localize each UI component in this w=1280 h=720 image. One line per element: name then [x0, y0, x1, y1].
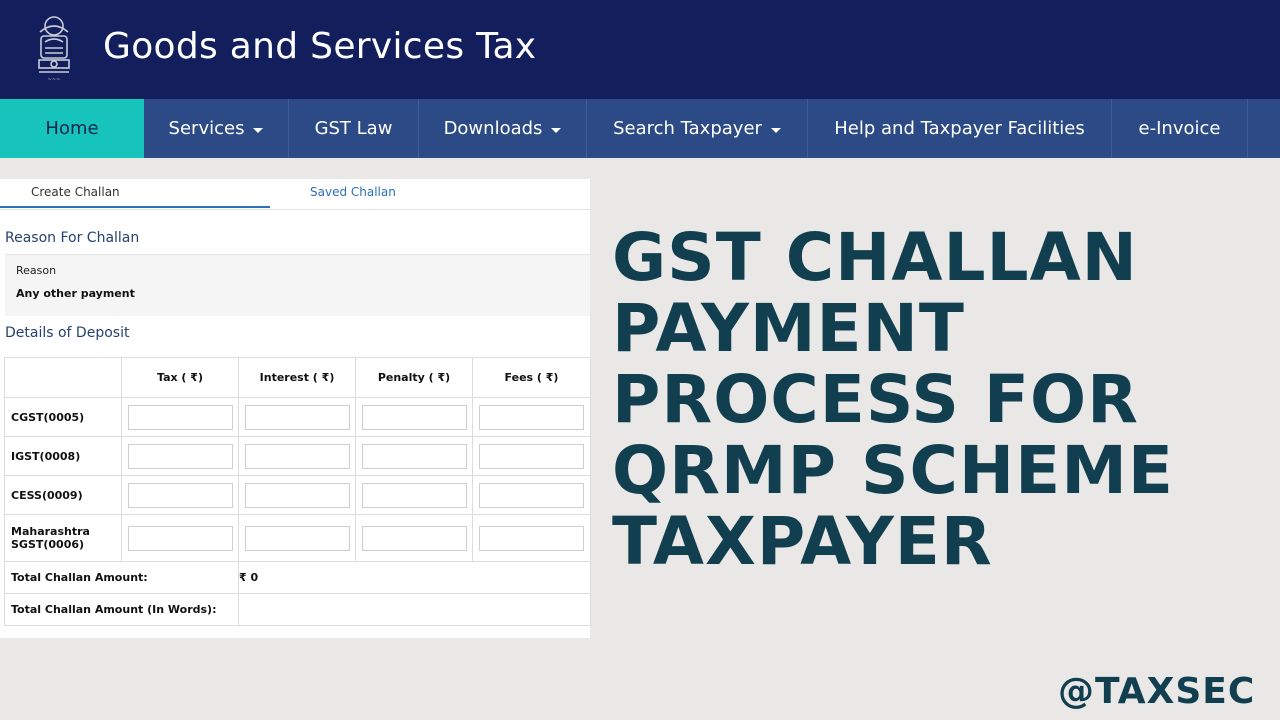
- nav-label: Search Taxpayer: [613, 118, 762, 139]
- table-cell: [355, 436, 473, 476]
- nav-gst-law[interactable]: GST Law: [289, 99, 419, 158]
- cess-interest-input[interactable]: [244, 482, 350, 508]
- row-label: Maharashtra SGST(0006): [4, 514, 122, 562]
- igst-fees-input[interactable]: [479, 443, 584, 469]
- total-label: Total Challan Amount:: [4, 561, 239, 594]
- table-cell: [238, 514, 356, 562]
- nav-label: Services: [168, 118, 245, 139]
- site-title: Goods and Services Tax: [103, 26, 537, 67]
- nav-help-facilities[interactable]: Help and Taxpayer Facilities: [808, 99, 1112, 158]
- cgst-tax-input[interactable]: [127, 404, 233, 430]
- cess-tax-input[interactable]: [127, 482, 233, 508]
- svg-text:~~~: ~~~: [48, 77, 61, 83]
- table-cell: [355, 514, 473, 562]
- nav-home[interactable]: Home: [0, 99, 144, 158]
- headline-line: PROCESS FOR: [612, 361, 1139, 438]
- reason-section-title: Reason For Challan: [5, 230, 140, 246]
- challan-tabs: Create Challan Saved Challan: [0, 179, 590, 210]
- table-cell: [238, 475, 356, 515]
- table-cell: [472, 514, 591, 562]
- table-row: CGST(0005): [4, 397, 591, 437]
- table-cell: [238, 397, 356, 437]
- caret-down-icon: [551, 127, 562, 133]
- row-label: IGST(0008): [4, 436, 122, 476]
- tab-create-challan[interactable]: Create Challan: [0, 179, 270, 208]
- ashoka-emblem-icon[interactable]: ~~~: [31, 12, 77, 86]
- table-cell: [121, 436, 239, 476]
- table-cell: [121, 397, 239, 437]
- headline-line: GST CHALLAN: [612, 219, 1138, 296]
- total-value: ₹ 0: [238, 561, 591, 594]
- table-cell: [238, 436, 356, 476]
- cgst-penalty-input[interactable]: [361, 404, 467, 430]
- headline-line: PAYMENT: [612, 290, 965, 367]
- nav-label: e-Invoice: [1138, 118, 1221, 139]
- main-nav: Home Services GST Law Downloads Search T…: [0, 99, 1280, 158]
- igst-interest-input[interactable]: [244, 443, 350, 469]
- table-cell: [355, 397, 473, 437]
- total-words-row: Total Challan Amount (In Words):: [4, 593, 591, 626]
- cgst-fees-input[interactable]: [479, 404, 584, 430]
- nav-e-invoice[interactable]: e-Invoice: [1112, 99, 1248, 158]
- column-header-fees: Fees ( ₹): [472, 357, 591, 398]
- column-header-tax: Tax ( ₹): [121, 357, 239, 398]
- caret-down-icon: [770, 127, 781, 133]
- site-header: ~~~ Goods and Services Tax: [0, 0, 1280, 99]
- table-row: CESS(0009): [4, 475, 591, 515]
- nav-label: GST Law: [314, 118, 393, 139]
- table-cell: [472, 475, 591, 515]
- reason-label: Reason: [16, 264, 57, 277]
- sgst-fees-input[interactable]: [479, 525, 584, 551]
- nav-search-taxpayer[interactable]: Search Taxpayer: [587, 99, 808, 158]
- sgst-interest-input[interactable]: [244, 525, 350, 551]
- igst-penalty-input[interactable]: [361, 443, 467, 469]
- cess-penalty-input[interactable]: [361, 482, 467, 508]
- headline-line: TAXPAYER: [612, 503, 993, 580]
- table-cell: [121, 514, 239, 562]
- cgst-interest-input[interactable]: [244, 404, 350, 430]
- deposit-section-title: Details of Deposit: [5, 325, 130, 341]
- header-blank: [4, 357, 122, 398]
- caret-down-icon: [253, 127, 264, 133]
- cess-fees-input[interactable]: [479, 482, 584, 508]
- sgst-tax-input[interactable]: [127, 525, 233, 551]
- row-label: CESS(0009): [4, 475, 122, 515]
- nav-label: Help and Taxpayer Facilities: [834, 118, 1085, 139]
- deposit-table: Tax ( ₹) Interest ( ₹) Penalty ( ₹) Fees…: [4, 357, 591, 626]
- total-words-value: [238, 593, 591, 626]
- column-header-penalty: Penalty ( ₹): [355, 357, 473, 398]
- tab-saved-challan[interactable]: Saved Challan: [310, 179, 396, 208]
- total-row: Total Challan Amount: ₹ 0: [4, 561, 591, 594]
- row-label: CGST(0005): [4, 397, 122, 437]
- challan-form-panel: Create Challan Saved Challan Reason For …: [0, 179, 591, 638]
- reason-value: Any other payment: [16, 287, 135, 300]
- nav-downloads[interactable]: Downloads: [419, 99, 587, 158]
- table-header-row: Tax ( ₹) Interest ( ₹) Penalty ( ₹) Fees…: [4, 357, 591, 398]
- table-row: Maharashtra SGST(0006): [4, 514, 591, 562]
- column-header-interest: Interest ( ₹): [238, 357, 356, 398]
- nav-label: Home: [45, 118, 99, 139]
- sgst-penalty-input[interactable]: [361, 525, 467, 551]
- table-cell: [472, 397, 591, 437]
- table-cell: [355, 475, 473, 515]
- igst-tax-input[interactable]: [127, 443, 233, 469]
- headline: GST CHALLAN PAYMENT PROCESS FOR QRMP SCH…: [612, 222, 1272, 577]
- table-row: IGST(0008): [4, 436, 591, 476]
- table-cell: [472, 436, 591, 476]
- reason-box: Reason Any other payment: [5, 254, 590, 316]
- nav-services[interactable]: Services: [144, 99, 289, 158]
- total-words-label: Total Challan Amount (In Words):: [4, 593, 239, 626]
- table-cell: [121, 475, 239, 515]
- nav-label: Downloads: [443, 118, 543, 139]
- headline-line: QRMP SCHEME: [612, 432, 1175, 509]
- channel-handle: @TAXSEC: [1058, 671, 1256, 712]
